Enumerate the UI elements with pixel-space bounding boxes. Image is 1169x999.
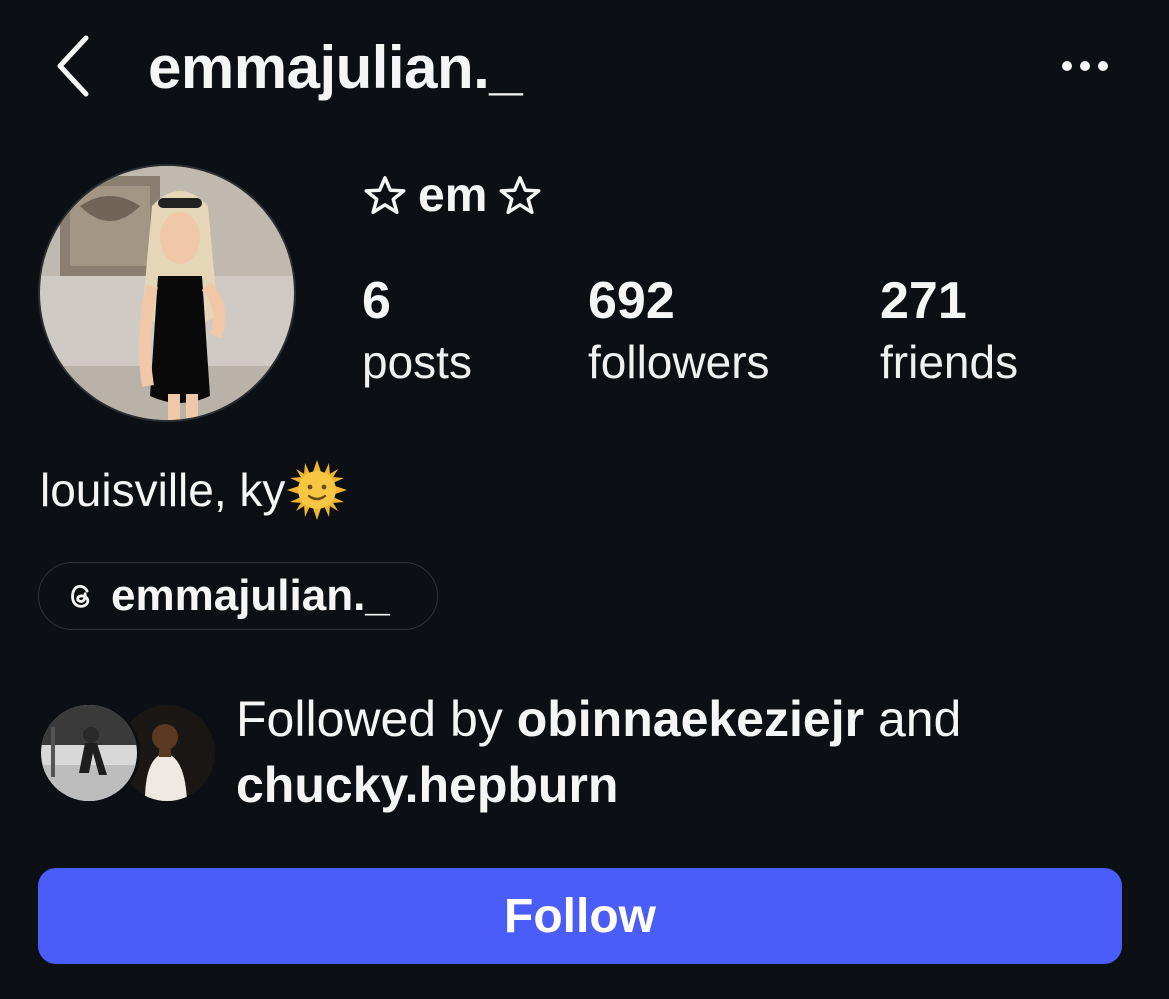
profile-avatar[interactable] — [38, 164, 296, 422]
profile-photo — [40, 166, 294, 420]
display-name-text: em — [418, 169, 488, 222]
friends-stat[interactable]: 271 friends — [880, 270, 1018, 392]
followed-by-connector: and — [864, 691, 962, 747]
page-title: emmajulian._ — [148, 34, 523, 101]
followers-stat[interactable]: 692 followers — [588, 270, 770, 392]
mutual-user-link[interactable]: chucky.hepburn — [236, 757, 618, 813]
threads-link[interactable]: emmajulian._ — [38, 562, 438, 630]
avatar — [38, 702, 140, 804]
star-outline-icon — [499, 176, 541, 215]
back-button[interactable] — [50, 30, 100, 100]
bio: louisville, ky — [40, 458, 349, 522]
more-options-button[interactable] — [1055, 50, 1115, 82]
sun-with-face-icon — [287, 460, 348, 520]
posts-count: 6 — [362, 272, 391, 330]
followed-by-text: Followed by obinnaekeziejr and chucky.he… — [236, 686, 1116, 818]
followers-label: followers — [588, 336, 770, 388]
chevron-left-icon — [57, 35, 89, 97]
followers-count: 692 — [588, 272, 675, 330]
display-name: em — [362, 166, 543, 226]
friends-label: friends — [880, 336, 1019, 388]
followed-by-prefix: Followed by — [236, 691, 517, 747]
bio-text: louisville, ky — [40, 464, 286, 516]
more-horizontal-icon — [1062, 61, 1108, 71]
posts-stat[interactable]: 6 posts — [362, 270, 472, 392]
threads-icon — [71, 584, 90, 608]
friends-count: 271 — [880, 272, 967, 330]
mutual-followers-avatars[interactable] — [38, 702, 218, 804]
follow-button[interactable]: Follow — [38, 868, 1122, 964]
mutual-user-link[interactable]: obinnaekeziejr — [517, 691, 864, 747]
star-outline-icon — [364, 176, 406, 215]
threads-handle: emmajulian._ — [111, 571, 390, 620]
posts-label: posts — [362, 336, 472, 388]
